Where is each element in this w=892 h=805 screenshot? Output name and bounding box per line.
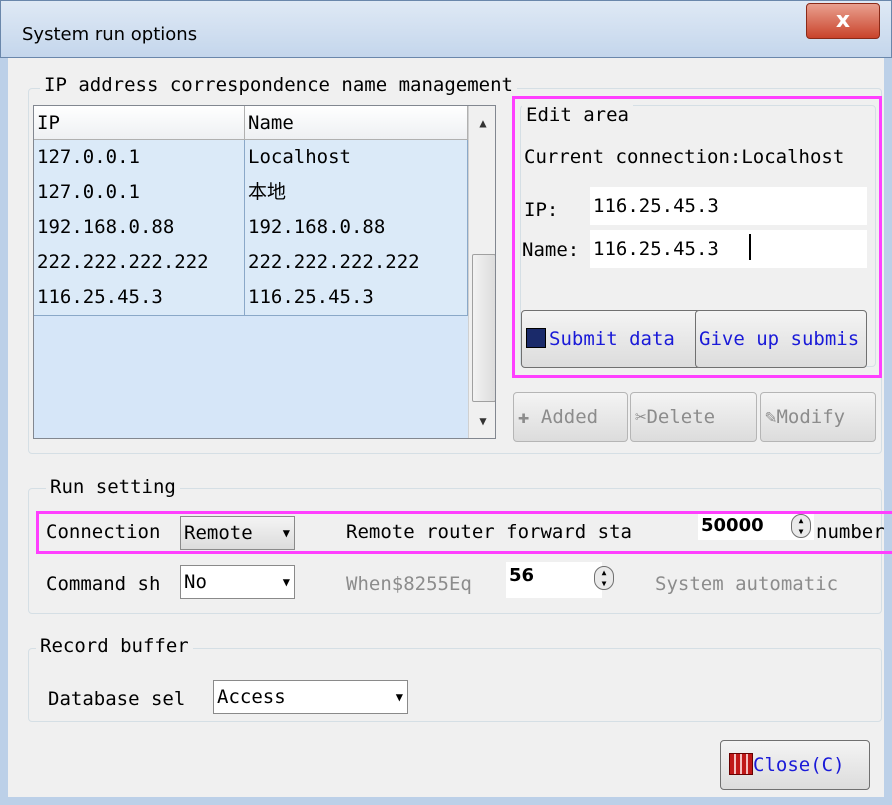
cell-name: 116.25.45.3 (245, 280, 468, 315)
command-label: Command sh (46, 573, 161, 595)
highlight-box-connection-row (36, 511, 892, 554)
added-button[interactable]: ✚ Added (513, 392, 628, 442)
cell-ip: 192.168.0.88 (34, 210, 245, 245)
cell-name: Localhost (245, 140, 468, 175)
command-select[interactable]: No ▼ (180, 565, 295, 599)
chevron-down-icon: ▼ (282, 575, 290, 589)
close-app-icon (729, 752, 753, 775)
close-button-label: Close(C) (753, 754, 845, 776)
close-button[interactable]: Close(C) (720, 740, 870, 790)
table-row[interactable]: 127.0.0.1 本地 (34, 175, 468, 211)
cell-ip: 127.0.0.1 (34, 140, 245, 175)
when-spinner-icon[interactable]: ▲ ▼ (594, 566, 614, 590)
ip-group-legend: IP address correspondence name managemen… (40, 74, 517, 96)
system-automatic-label: System automatic (655, 573, 839, 595)
database-select[interactable]: Access ▼ (213, 680, 408, 714)
scissors-icon: ✂ (635, 406, 647, 428)
record-buffer-group (28, 648, 882, 722)
window-close-button[interactable]: x (806, 3, 880, 39)
table-row[interactable]: 222.222.222.222 222.222.222.222 (34, 245, 468, 281)
column-header-ip[interactable]: IP (34, 106, 245, 140)
when-value-input[interactable]: 56 (506, 562, 602, 598)
modify-label: Modify (776, 406, 846, 428)
cell-name: 192.168.0.88 (245, 210, 468, 245)
column-header-name[interactable]: Name (245, 106, 468, 140)
highlight-box-edit-area (512, 96, 882, 378)
database-value: Access (217, 686, 286, 708)
delete-button[interactable]: ✂Delete (630, 392, 757, 442)
cell-name: 本地 (245, 175, 468, 210)
cell-ip: 222.222.222.222 (34, 245, 245, 280)
when-label: When$8255Eq (346, 573, 472, 595)
cell-name: 222.222.222.222 (245, 245, 468, 280)
added-label: Added (540, 406, 599, 428)
table-row[interactable]: 116.25.45.3 116.25.45.3 (34, 280, 468, 316)
scroll-thumb[interactable] (472, 254, 495, 402)
scroll-up-icon[interactable]: ▲ (469, 108, 495, 138)
window-title: System run options (22, 24, 198, 45)
modify-button[interactable]: ✎Modify (760, 392, 876, 442)
pencil-icon: ✎ (765, 406, 777, 428)
scroll-down-icon[interactable]: ▼ (469, 406, 495, 436)
record-buffer-legend: Record buffer (36, 635, 193, 657)
command-value: No (184, 571, 207, 593)
run-setting-legend: Run setting (46, 476, 180, 498)
delete-label: Delete (646, 406, 716, 428)
ip-name-table[interactable]: IP Name 127.0.0.1 Localhost 127.0.0.1 本地… (33, 105, 496, 439)
plus-icon: ✚ (518, 406, 530, 428)
table-row[interactable]: 192.168.0.88 192.168.0.88 (34, 210, 468, 246)
cell-ip: 127.0.0.1 (34, 175, 245, 210)
vertical-scrollbar[interactable]: ▲ ▼ (468, 106, 495, 438)
database-label: Database sel (48, 688, 186, 710)
chevron-down-icon: ▼ (395, 690, 403, 704)
cell-ip: 116.25.45.3 (34, 280, 245, 315)
table-row[interactable]: 127.0.0.1 Localhost (34, 140, 468, 176)
